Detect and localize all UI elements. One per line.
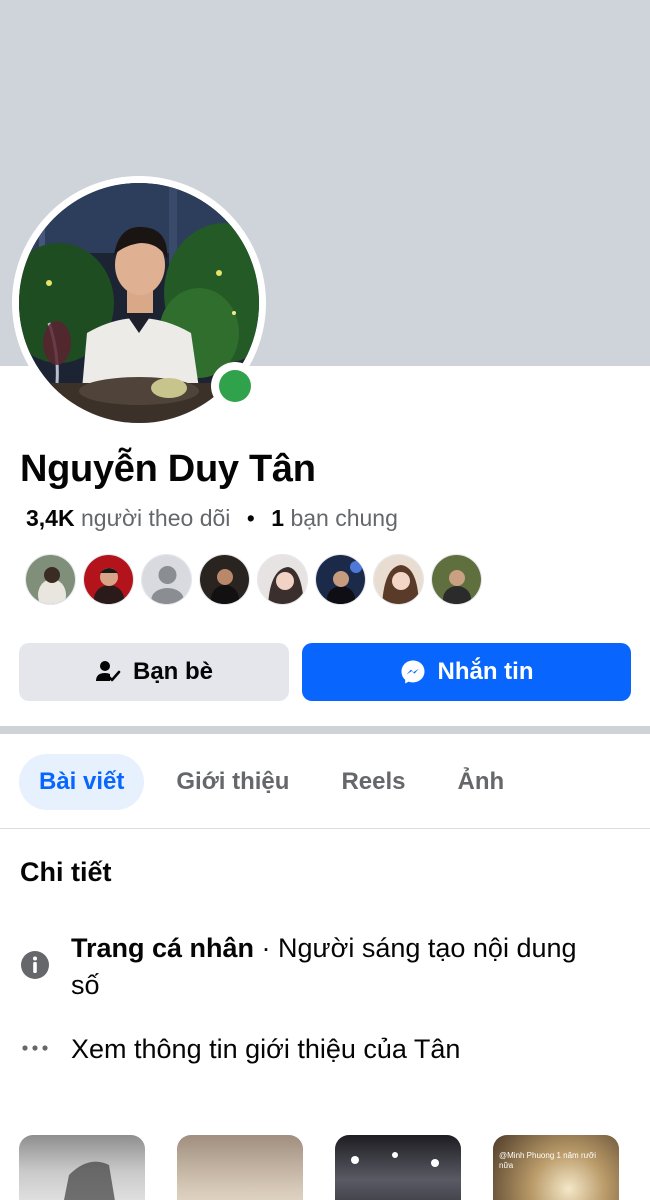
tabs-divider bbox=[0, 828, 650, 829]
featured-thumbnail[interactable]: @Minh Phuong 1 năm rưỡi nữa bbox=[493, 1135, 619, 1200]
info-icon bbox=[20, 950, 50, 980]
tab-reels[interactable]: Reels bbox=[321, 754, 425, 810]
see-about-row[interactable]: Xem thông tin giới thiệu của Tân bbox=[20, 1031, 611, 1068]
friend-avatar[interactable] bbox=[373, 554, 424, 605]
page-type-text: Trang cá nhân · Người sáng tạo nội dung … bbox=[71, 930, 611, 1004]
tab-photos[interactable]: Ảnh bbox=[437, 754, 524, 810]
online-status-indicator bbox=[211, 362, 259, 410]
featured-thumbnails: @Minh Phuong 1 năm rưỡi nữa bbox=[19, 1135, 619, 1200]
section-separator bbox=[0, 726, 650, 734]
featured-thumbnail[interactable] bbox=[19, 1135, 145, 1200]
followers-count[interactable]: 3,4K bbox=[26, 505, 75, 531]
friend-avatar[interactable] bbox=[257, 554, 308, 605]
mutual-friends-label[interactable]: bạn chung bbox=[290, 505, 397, 531]
friend-avatar[interactable] bbox=[315, 554, 366, 605]
message-button[interactable]: Nhắn tin bbox=[302, 643, 631, 701]
friend-avatar[interactable] bbox=[431, 554, 482, 605]
friend-avatar[interactable] bbox=[83, 554, 134, 605]
friends-button-label: Bạn bè bbox=[132, 658, 213, 685]
mutual-friends-avatars bbox=[25, 554, 482, 605]
friend-avatar-default[interactable] bbox=[141, 554, 192, 605]
tab-about[interactable]: Giới thiệu bbox=[156, 754, 309, 810]
profile-avatar[interactable] bbox=[12, 176, 266, 430]
message-button-label: Nhắn tin bbox=[437, 658, 534, 685]
thumbnail-caption: @Minh Phuong 1 năm rưỡi nữa bbox=[499, 1151, 596, 1170]
profile-name: Nguyễn Duy Tân bbox=[20, 448, 316, 490]
details-title: Chi tiết bbox=[20, 857, 112, 887]
profile-tabs: Bài viết Giới thiệu Reels Ảnh bbox=[19, 754, 536, 810]
detail-page-type: Trang cá nhân · Người sáng tạo nội dung … bbox=[20, 930, 611, 1004]
messenger-icon bbox=[401, 660, 424, 684]
friend-avatar[interactable] bbox=[199, 554, 250, 605]
page-type-label: Trang cá nhân bbox=[71, 933, 255, 963]
tab-posts[interactable]: Bài viết bbox=[19, 754, 145, 810]
mutual-friends-count[interactable]: 1 bbox=[271, 505, 284, 531]
featured-thumbnail[interactable] bbox=[177, 1135, 303, 1200]
more-dots-icon bbox=[20, 1043, 50, 1053]
friend-avatar[interactable] bbox=[25, 554, 76, 605]
friends-button[interactable]: Bạn bè bbox=[19, 643, 289, 701]
followers-label[interactable]: người theo dõi bbox=[81, 505, 230, 531]
stats-separator: • bbox=[246, 505, 255, 531]
profile-stats: 3,4K người theo dõi • 1 bạn chung bbox=[26, 505, 398, 532]
featured-thumbnail[interactable] bbox=[335, 1135, 461, 1200]
friends-check-icon bbox=[95, 661, 121, 682]
see-about-link[interactable]: Xem thông tin giới thiệu của Tân bbox=[71, 1031, 611, 1068]
